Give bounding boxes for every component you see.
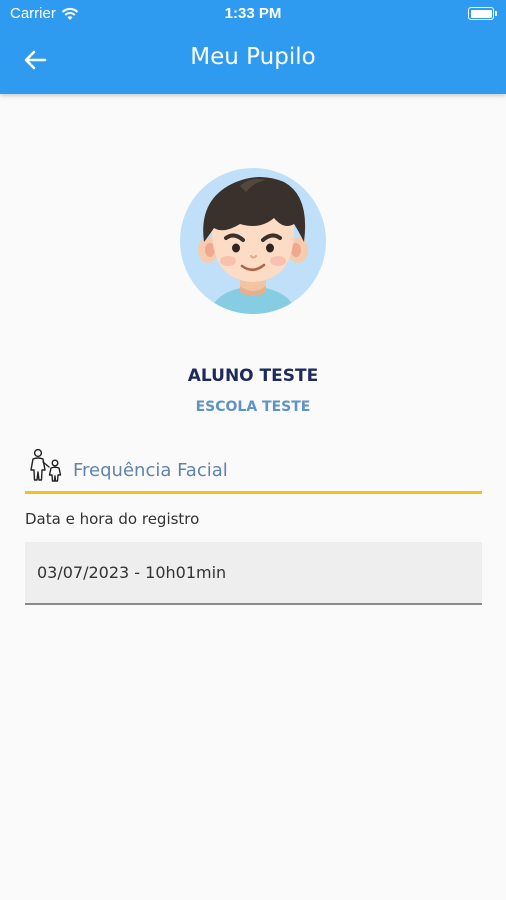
student-name: ALUNO TESTE (187, 366, 319, 386)
parent-child-icon (30, 448, 62, 482)
status-time: 1:33 PM (224, 5, 282, 22)
app-screen: Carrier 1:33 PM Meu Pupilo ALUNO TESTE E… (0, 0, 506, 900)
app-header: Carrier 1:33 PM Meu Pupilo (0, 0, 506, 94)
status-bar: Carrier 1:33 PM (0, 0, 506, 28)
student-avatar (180, 168, 326, 314)
section-header: Frequência Facial (25, 448, 482, 494)
section-title: Frequência Facial (73, 460, 228, 481)
record-field: 03/07/2023 - 10h01min (25, 542, 482, 605)
record-value: 03/07/2023 - 10h01min (37, 563, 227, 582)
school-name: ESCOLA TESTE (195, 399, 311, 415)
battery-icon (468, 7, 497, 20)
page-title: Meu Pupilo (190, 44, 316, 70)
record-label: Data e hora do registro (25, 510, 200, 528)
